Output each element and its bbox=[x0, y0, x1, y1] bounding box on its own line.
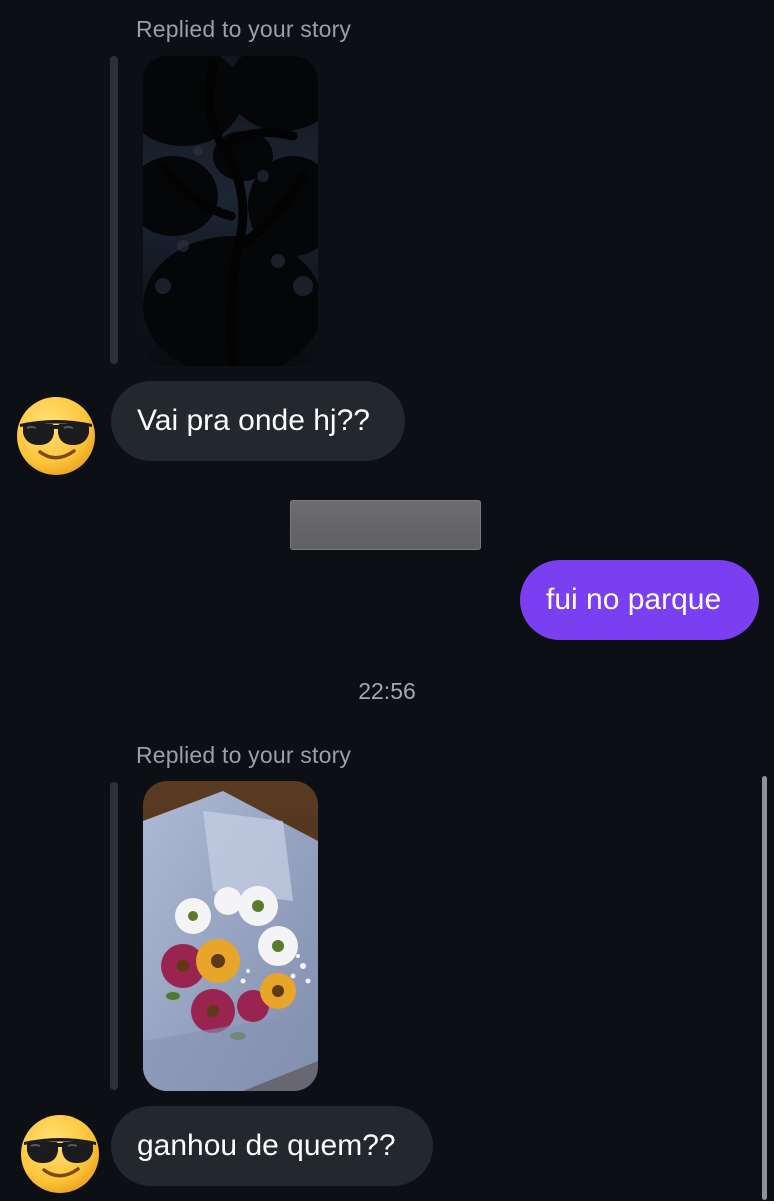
reply-label: Replied to your story bbox=[136, 16, 352, 42]
sunglasses-emoji-icon bbox=[14, 394, 98, 478]
scrollbar[interactable] bbox=[762, 776, 767, 1200]
incoming-message-bubble[interactable]: Vai pra onde hj?? bbox=[111, 381, 405, 461]
reply-indicator-line bbox=[110, 782, 118, 1090]
story-thumbnail[interactable] bbox=[143, 56, 318, 366]
outgoing-message-bubble[interactable]: fui no parque bbox=[520, 560, 759, 640]
reply-indicator-line bbox=[110, 56, 118, 364]
story-thumbnail[interactable] bbox=[143, 781, 318, 1091]
sender-avatar[interactable] bbox=[14, 394, 98, 478]
sunglasses-emoji-icon bbox=[18, 1112, 102, 1196]
timestamp: 22:56 bbox=[358, 678, 416, 704]
incoming-message-bubble[interactable]: ganhou de quem?? bbox=[111, 1106, 433, 1186]
redacted-block bbox=[290, 500, 481, 550]
reply-label: Replied to your story bbox=[136, 742, 352, 768]
sender-avatar[interactable] bbox=[18, 1112, 102, 1196]
